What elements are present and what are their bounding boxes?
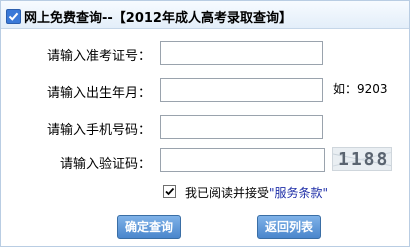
exam-number-input[interactable] <box>160 41 323 65</box>
checkmark-icon <box>165 187 175 196</box>
terms-link[interactable]: "服务条款" <box>269 184 328 201</box>
captcha-text: 1188 <box>338 149 390 170</box>
agree-checkbox[interactable] <box>163 185 176 198</box>
back-to-list-button[interactable]: 返回列表 <box>257 215 321 239</box>
birth-month-hint: 如：9203 <box>333 82 388 96</box>
panel-header: 网上免费查询--【2012年成人高考录取查询】 <box>1 1 409 29</box>
captcha-label: 请输入验证码： <box>59 157 151 172</box>
birth-month-label: 请输入出生年月： <box>46 86 151 101</box>
phone-label: 请输入手机号码： <box>46 123 151 138</box>
captcha-image[interactable]: 1188 <box>332 147 392 171</box>
query-panel: 网上免费查询--【2012年成人高考录取查询】 请输入准考证号： 请输入出生年月… <box>0 0 410 247</box>
birth-month-input[interactable] <box>160 78 323 102</box>
agree-label: 我已阅读并接受 <box>185 186 270 200</box>
page-title: 网上免费查询--【2012年成人高考录取查询】 <box>24 11 292 26</box>
captcha-input[interactable] <box>160 148 325 172</box>
exam-number-label: 请输入准考证号： <box>46 49 151 64</box>
checkbox-checked-icon <box>6 9 21 24</box>
phone-input[interactable] <box>160 115 323 139</box>
confirm-query-button[interactable]: 确定查询 <box>117 215 181 239</box>
